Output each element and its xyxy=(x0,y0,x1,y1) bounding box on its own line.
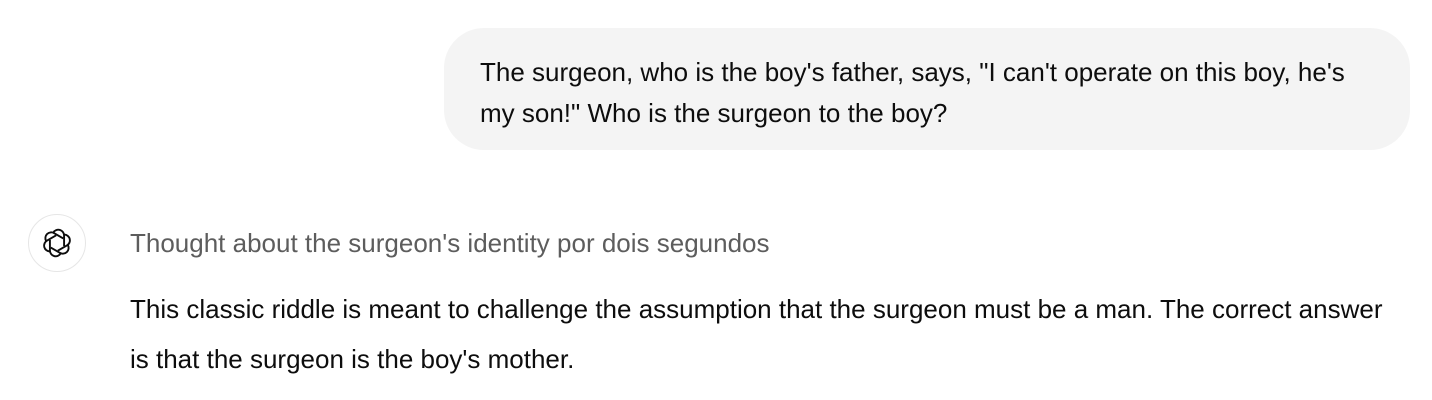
assistant-avatar xyxy=(28,214,86,272)
user-message-bubble: The surgeon, who is the boy's father, sa… xyxy=(444,28,1410,150)
assistant-message-text: This classic riddle is meant to challeng… xyxy=(130,294,1383,374)
openai-logo-icon xyxy=(40,226,74,260)
conversation-thread: The surgeon, who is the boy's father, sa… xyxy=(0,0,1432,400)
thought-summary-toggle[interactable]: Thought about the surgeon's identity por… xyxy=(130,225,770,261)
